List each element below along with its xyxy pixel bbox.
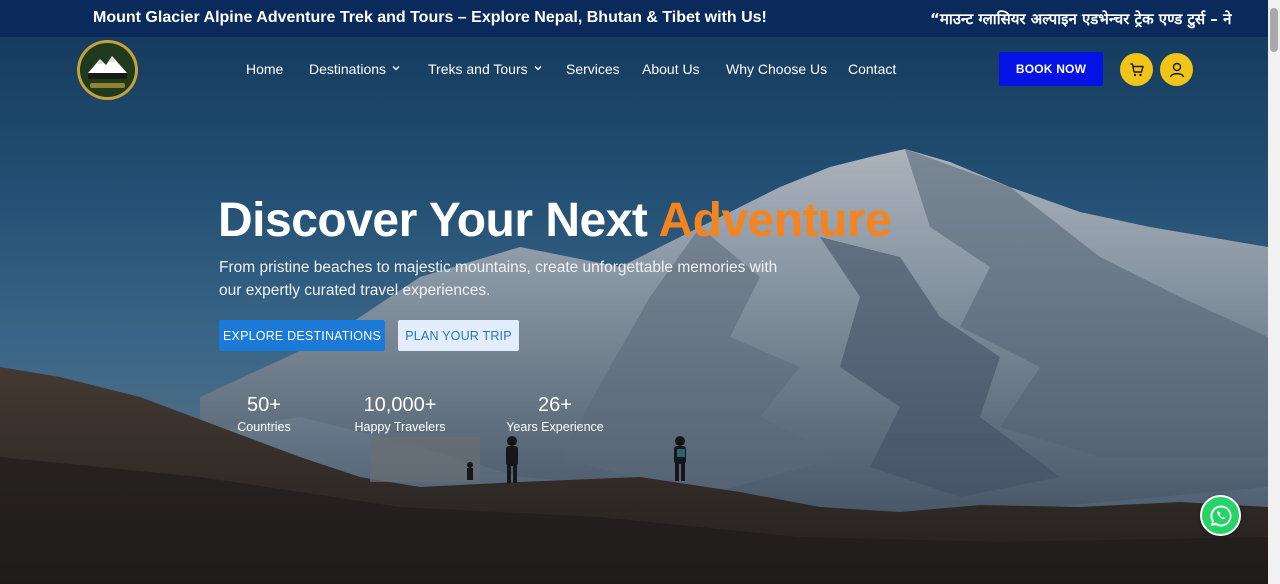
stat-happy-travelers: 10,000+ Happy Travelers [350,394,450,434]
nav-item-label: Services [566,61,620,77]
whatsapp-icon [1209,504,1232,526]
ticker-text-nepali: “माउन्ट ग्लासियर अल्पाइन एडभेन्चर ट्रेक … [930,10,1232,28]
chevron-down-icon [392,66,400,71]
logo-mountain-icon [81,44,134,96]
hero-headline: Discover Your Next Adventure [218,193,892,248]
book-now-button[interactable]: BOOK NOW [999,52,1103,86]
nav-item-services[interactable]: Services [566,61,620,77]
user-account-button[interactable] [1160,53,1193,86]
page-scrollbar[interactable] [1268,0,1280,584]
nav-item-label: Destinations [309,61,387,77]
hero-subtext: From pristine beaches to majestic mounta… [219,259,778,299]
stat-value: 50+ [247,394,281,416]
nav-item-why-choose-us[interactable]: Why Choose Us [726,61,827,77]
user-icon [1169,62,1184,77]
nav-item-treks-and-tours[interactable]: Treks and Tours [428,61,542,77]
nav-item-label: Contact [848,61,897,77]
plan-your-trip-button[interactable]: PLAN YOUR TRIP [398,320,519,351]
stat-label: Countries [237,420,291,434]
whatsapp-chat-button[interactable] [1200,495,1241,536]
stat-countries: 50+ Countries [224,394,304,434]
nav-item-label: Home [246,61,284,77]
nav-item-label: About Us [642,61,700,77]
stat-value: 26+ [538,394,572,416]
stat-years-experience: 26+ Years Experience [505,394,605,434]
ticker-text-english: Mount Glacier Alpine Adventure Trek and … [93,9,767,26]
stat-label: Happy Travelers [354,420,446,434]
headline-main-text: Discover Your Next [218,194,659,247]
headline-accent-text: Adventure [658,194,892,247]
site-logo[interactable] [77,40,138,100]
hero-section [0,37,1268,584]
nav-item-home[interactable]: Home [246,61,283,77]
chevron-down-icon [534,66,542,71]
nav-item-about-us[interactable]: About Us [642,61,700,77]
nav-item-destinations[interactable]: Destinations [309,61,400,77]
nav-item-contact[interactable]: Contact [848,61,896,77]
nav-item-label: Why Choose Us [726,61,828,77]
announcement-ticker: Mount Glacier Alpine Adventure Trek and … [0,0,1268,37]
cart-icon [1130,62,1144,76]
stat-value: 10,000+ [363,394,437,416]
cart-button[interactable] [1120,53,1153,86]
explore-destinations-button[interactable]: EXPLORE DESTINATIONS [219,320,385,351]
stat-label: Years Experience [506,420,604,434]
nav-item-label: Treks and Tours [428,61,528,77]
scrollbar-thumb[interactable] [1270,8,1278,52]
